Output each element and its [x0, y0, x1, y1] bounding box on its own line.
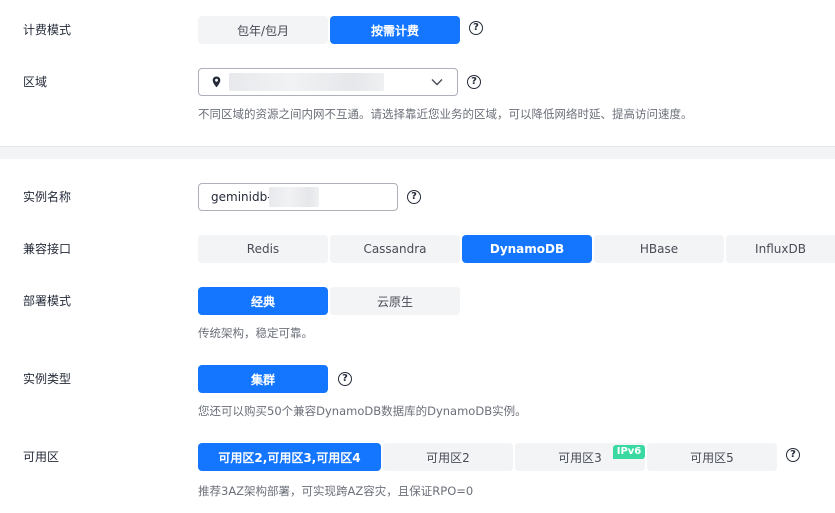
- deploy-mode-label: 部署模式: [23, 294, 72, 308]
- region-value-blurred: [229, 73, 384, 91]
- chevron-down-icon: [431, 79, 443, 86]
- az-option-5[interactable]: 可用区5: [647, 443, 777, 471]
- instance-type-option-cluster[interactable]: 集群: [198, 365, 328, 393]
- region-label: 区域: [23, 75, 48, 89]
- section-divider: [0, 146, 835, 159]
- instance-name-suffix-blurred: [269, 187, 319, 207]
- billing-option-yearly-monthly[interactable]: 包年/包月: [198, 16, 328, 44]
- deploy-option-classic[interactable]: 经典: [198, 287, 328, 315]
- region-hint: 不同区域的资源之间内网不互通。请选择靠近您业务的区域，可以降低网络时延、提高访问…: [198, 107, 693, 121]
- region-select[interactable]: [198, 68, 458, 96]
- instance-name-input[interactable]: geminidb-: [198, 183, 398, 211]
- instance-type-label: 实例类型: [23, 372, 72, 386]
- compat-option-redis[interactable]: Redis: [198, 235, 328, 263]
- instance-type-hint: 您还可以购买50个兼容DynamoDB数据库的DynamoDB实例。: [198, 404, 527, 418]
- compat-interface-label: 兼容接口: [23, 242, 72, 256]
- instance-type-help-icon[interactable]: ?: [338, 372, 352, 386]
- billing-mode-label: 计费模式: [23, 23, 72, 37]
- billing-help-icon[interactable]: ?: [469, 21, 483, 35]
- instance-name-value: geminidb-: [211, 190, 272, 204]
- deploy-option-cloud-native[interactable]: 云原生: [330, 287, 460, 315]
- compat-option-influxdb[interactable]: InfluxDB: [726, 235, 835, 263]
- billing-region-section: 计费模式 包年/包月 按需计费 ? 区域 ? 不同区域的资源之间内网不互通。请选…: [0, 0, 835, 146]
- ipv6-badge: IPv6: [613, 445, 645, 459]
- region-help-icon[interactable]: ?: [467, 75, 481, 89]
- az-label: 可用区: [23, 450, 60, 464]
- az-option-2-3-4[interactable]: 可用区2,可用区3,可用区4: [198, 443, 381, 471]
- compat-option-hbase[interactable]: HBase: [594, 235, 724, 263]
- az-help-icon[interactable]: ?: [786, 448, 800, 462]
- az-option-2[interactable]: 可用区2: [383, 443, 513, 471]
- az-hint: 推荐3AZ架构部署，可实现跨AZ容灾，且保证RPO=0: [198, 484, 474, 498]
- instance-name-help-icon[interactable]: ?: [407, 190, 421, 204]
- compat-option-dynamodb[interactable]: DynamoDB: [462, 235, 592, 263]
- location-pin-icon: [212, 76, 221, 88]
- compat-option-cassandra[interactable]: Cassandra: [330, 235, 460, 263]
- instance-name-label: 实例名称: [23, 190, 72, 204]
- deploy-hint: 传统架构，稳定可靠。: [198, 326, 313, 340]
- billing-option-pay-per-use[interactable]: 按需计费: [330, 16, 460, 44]
